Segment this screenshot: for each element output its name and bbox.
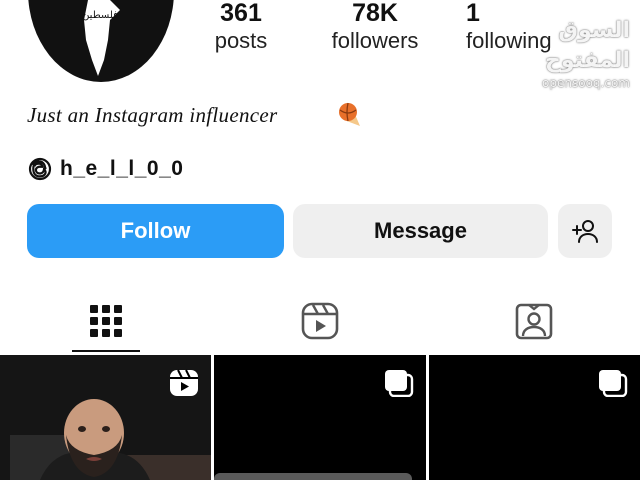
add-user-icon (572, 220, 598, 243)
threads-link[interactable]: h_e_l_l_0_0 (28, 156, 183, 182)
tab-reels[interactable] (280, 290, 360, 352)
followers-label: followers (331, 28, 419, 53)
avatar-map-text: فلسطين (82, 10, 118, 21)
threads-icon (28, 157, 52, 181)
post-thumbnail-carousel[interactable] (429, 355, 640, 480)
posts-label: posts (214, 28, 268, 53)
basketball-emoji-icon (339, 102, 360, 126)
stat-followers[interactable]: 78K followers (322, 0, 428, 56)
post-thumbnail-carousel[interactable] (214, 355, 426, 480)
thumbnail-bottom-bar (214, 473, 412, 480)
message-button[interactable]: Message (293, 204, 548, 258)
tab-tagged[interactable] (494, 290, 574, 352)
following-label: following (466, 28, 552, 53)
reels-icon (301, 302, 339, 340)
watermark-latin: opensooq.com (542, 76, 630, 90)
threads-handle: h_e_l_l_0_0 (60, 157, 184, 180)
tab-posts-grid[interactable] (66, 290, 146, 352)
profile-bio: Just an Instagram influencer (27, 103, 278, 127)
post-thumbnail-reel[interactable] (0, 355, 211, 480)
posts-count: 361 (220, 0, 262, 27)
reel-badge-icon (170, 369, 198, 396)
carousel-badge-icon (599, 370, 628, 397)
tagged-icon (515, 303, 553, 340)
follow-button[interactable]: Follow (27, 204, 284, 258)
carousel-badge-icon (385, 370, 414, 397)
profile-avatar[interactable]: فلسطين (28, 0, 174, 82)
followers-count: 78K (352, 0, 398, 27)
active-tab-indicator (72, 350, 140, 352)
stat-following[interactable]: 1 following (466, 0, 552, 56)
stat-posts[interactable]: 361 posts (206, 0, 276, 56)
grid-icon (90, 305, 122, 337)
following-count: 1 (466, 0, 480, 27)
suggested-users-button[interactable] (558, 204, 612, 258)
